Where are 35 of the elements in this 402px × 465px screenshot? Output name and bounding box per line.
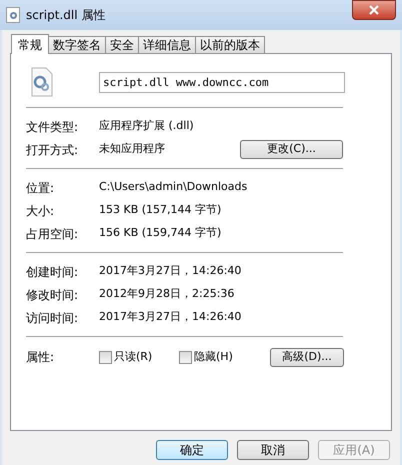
tab[interactable]: 安全 — [105, 36, 139, 53]
window-title: script.dll 属性 — [26, 7, 106, 24]
field-label: 访问时间: — [26, 310, 80, 326]
field-value: 2017年3月27日，14:26:40 — [99, 309, 242, 326]
tab[interactable]: 详细信息 — [138, 36, 196, 53]
file-icon — [6, 7, 20, 23]
field-label: 创建时间: — [26, 264, 80, 280]
field-label: 打开方式: — [26, 142, 80, 158]
field-value: 156 KB (159,744 字节) — [99, 225, 222, 242]
checkbox-label: 隐藏(H) — [194, 348, 233, 365]
close-button[interactable] — [352, 0, 396, 20]
advanced-button[interactable]: 高级(D)... — [270, 348, 344, 366]
field-value: 2012年9月28日，2:25:36 — [99, 286, 234, 302]
file-name-field[interactable]: script.dll www.downcc.com — [99, 72, 345, 92]
field-label: 文件类型: — [26, 118, 80, 136]
field-value: 2017年3月27日，14:26:40 — [99, 263, 242, 280]
tab[interactable]: 以前的版本 — [195, 36, 265, 53]
checkbox[interactable] — [179, 350, 192, 364]
field-label: 修改时间: — [26, 286, 80, 304]
field-label: 大小: — [26, 202, 56, 220]
checkbox-label: 只读(R) — [114, 348, 152, 365]
tab[interactable]: 数字签名 — [48, 36, 106, 53]
field-label: 占用空间: — [26, 226, 80, 242]
field-value: C:\Users\admin\Downloads — [99, 179, 248, 196]
field-label: 位置: — [26, 180, 56, 196]
checkbox[interactable] — [99, 350, 112, 364]
field-label: 属性: — [26, 349, 56, 366]
tab[interactable]: 常规 — [11, 34, 49, 54]
field-value: 应用程序扩展 (.dll) — [99, 118, 194, 134]
dialog-button[interactable]: 取消 — [237, 440, 309, 460]
change-button[interactable]: 更改(C)... — [240, 140, 343, 159]
field-value: 153 KB (157,144 字节) — [99, 202, 222, 218]
dialog-button[interactable]: 确定 — [156, 440, 228, 460]
close-icon — [368, 5, 380, 15]
field-value: 未知应用程序 — [99, 141, 166, 158]
